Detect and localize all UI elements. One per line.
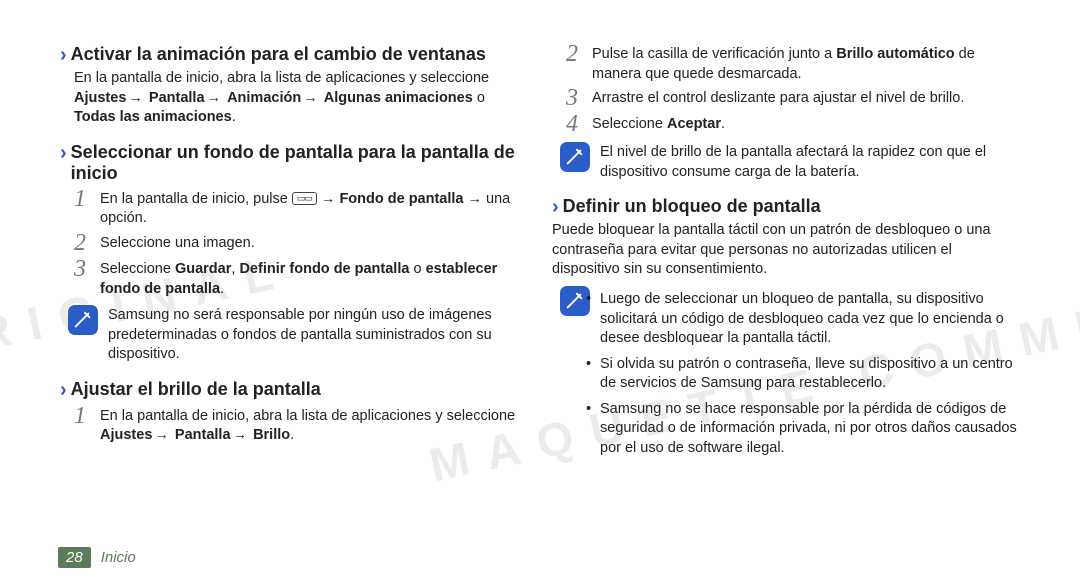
paragraph: Puede bloquear la pantalla táctil con un… <box>552 221 1020 280</box>
section-title: Definir un bloqueo de pantalla <box>563 196 821 218</box>
step-number: 1 <box>70 187 90 211</box>
step-text: Arrastre el control deslizante para ajus… <box>592 86 964 109</box>
bullet-item: Samsung no se hace responsable por la pé… <box>600 400 1020 459</box>
step-number: 3 <box>562 86 582 110</box>
step-number: 2 <box>562 42 582 66</box>
bullet-item: Luego de seleccionar un bloqueo de panta… <box>600 290 1020 349</box>
note-text: Samsung no será responsable por ningún u… <box>108 305 528 365</box>
note: Samsung no será responsable por ningún u… <box>68 305 528 365</box>
left-column: › Activar la animación para el cambio de… <box>60 40 528 586</box>
step-text: En la pantalla de inicio, pulse ▭▭ → Fon… <box>100 187 528 229</box>
bullet-item: Si olvida su patrón o contraseña, lleve … <box>600 355 1020 394</box>
step-text: Pulse la casilla de verificación junto a… <box>592 42 1020 84</box>
footer-section-label: Inicio <box>101 549 136 566</box>
section-title: Seleccionar un fondo de pantalla para la… <box>71 142 528 185</box>
step-number: 4 <box>562 112 582 136</box>
step-row: 1 En la pantalla de inicio, abra la list… <box>70 404 528 446</box>
note: El nivel de brillo de la pantalla afecta… <box>560 142 1020 182</box>
step-text: Seleccione Aceptar. <box>592 112 725 135</box>
note-text: El nivel de brillo de la pantalla afecta… <box>600 142 1020 182</box>
step-text: Seleccione Guardar, Definir fondo de pan… <box>100 257 528 299</box>
right-column: 2 Pulse la casilla de verificación junto… <box>552 40 1020 586</box>
chevron-right-icon: › <box>60 44 67 67</box>
section-title: Activar la animación para el cambio de v… <box>71 44 486 66</box>
page-footer: 28 Inicio <box>58 547 136 568</box>
step-row: 2 Pulse la casilla de verificación junto… <box>562 42 1020 84</box>
step-row: 3 Arrastre el control deslizante para aj… <box>562 86 1020 110</box>
note-icon <box>560 142 590 172</box>
chevron-right-icon: › <box>552 196 559 219</box>
step-number: 1 <box>70 404 90 428</box>
step-text: En la pantalla de inicio, abra la lista … <box>100 404 528 446</box>
page-number: 28 <box>58 547 91 568</box>
step-row: 2 Seleccione una imagen. <box>70 231 528 255</box>
step-number: 2 <box>70 231 90 255</box>
step-row: 1 En la pantalla de inicio, pulse ▭▭ → F… <box>70 187 528 229</box>
menu-key-icon: ▭▭ <box>292 192 317 205</box>
chevron-right-icon: › <box>60 142 67 165</box>
step-row: 3 Seleccione Guardar, Definir fondo de p… <box>70 257 528 299</box>
step-number: 3 <box>70 257 90 281</box>
section-title: Ajustar el brillo de la pantalla <box>71 379 321 401</box>
note-icon <box>68 305 98 335</box>
step-row: 4 Seleccione Aceptar. <box>562 112 1020 136</box>
step-text: Seleccione una imagen. <box>100 231 255 254</box>
paragraph: En la pantalla de inicio, abra la lista … <box>74 69 528 128</box>
chevron-right-icon: › <box>60 379 67 402</box>
note: Luego de seleccionar un bloqueo de panta… <box>560 286 1020 469</box>
